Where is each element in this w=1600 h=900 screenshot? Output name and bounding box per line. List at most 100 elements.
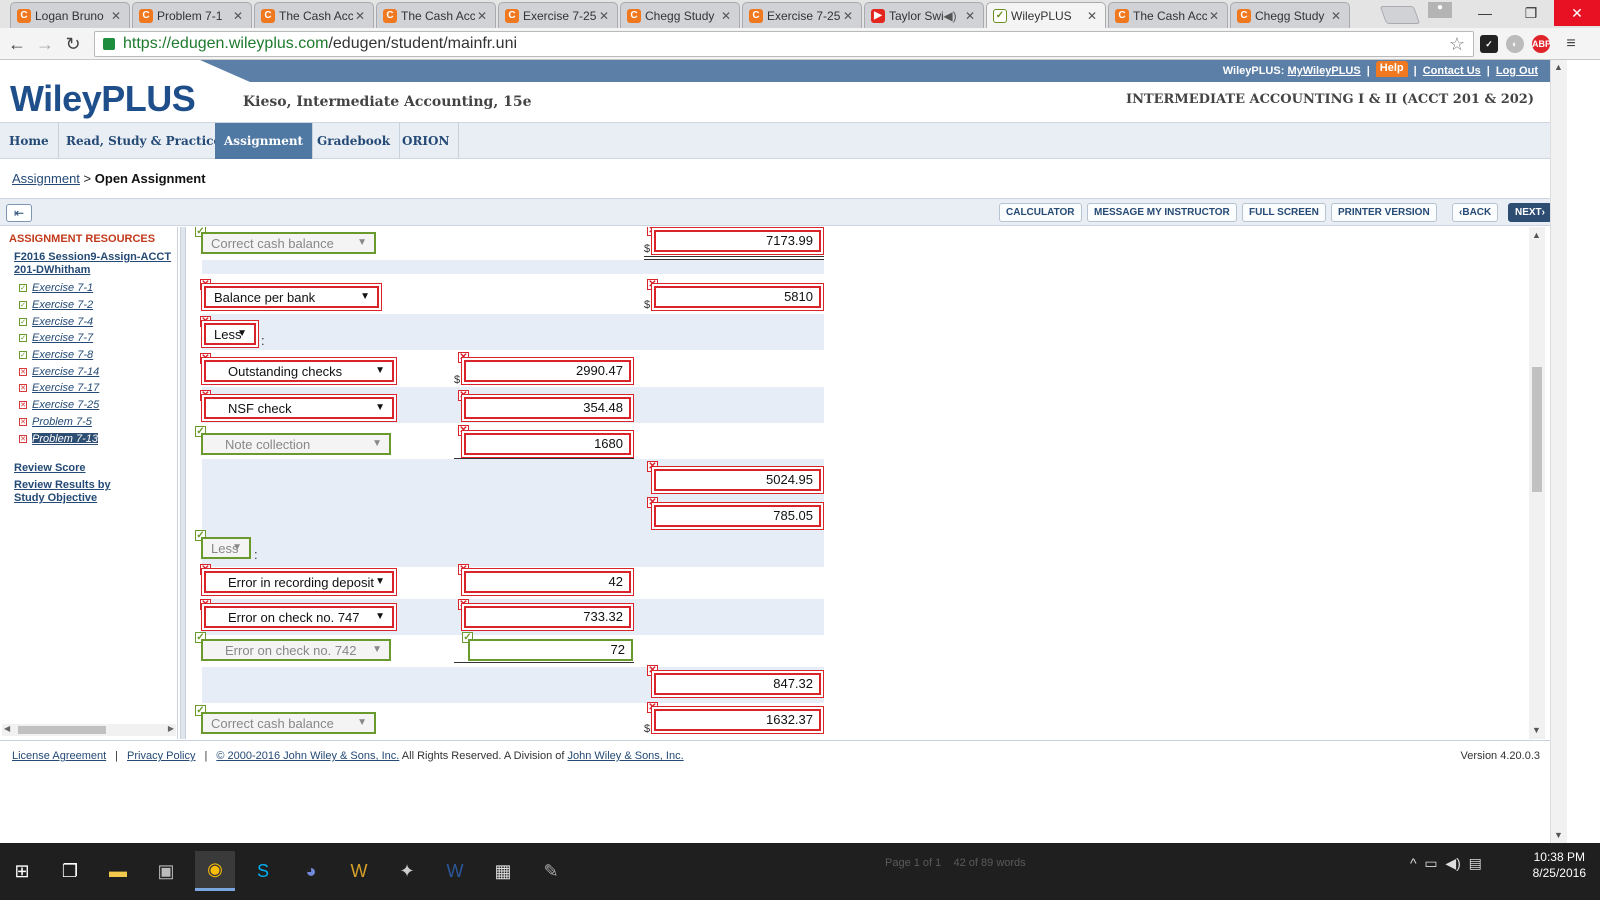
close-icon[interactable]: ✕ [353,9,367,23]
new-tab-button[interactable] [1379,6,1421,24]
tab-orion[interactable]: ORION [393,123,460,159]
printer-version-button[interactable]: PRINTER VERSION [1331,203,1437,222]
file-explorer-icon[interactable]: ▬ [98,851,138,891]
amount-input[interactable]: 5810 [654,286,821,308]
extension-circle-icon[interactable]: ◐ [1506,35,1524,53]
close-icon[interactable]: ✕ [719,9,733,23]
back-button[interactable]: ‹BACK [1452,203,1499,222]
row-label-select[interactable]: NSF check ▼ [204,397,394,419]
adblock-icon[interactable]: ABP [1532,35,1551,53]
restore-button[interactable]: ❐ [1508,0,1554,26]
menu-icon[interactable]: ≡ [1562,35,1580,53]
page-vertical-scrollbar[interactable]: ▲ ▼ [1550,60,1567,843]
row-label-select[interactable]: Correct cash balance ▼ [201,232,376,254]
browser-tab[interactable]: C The Cash Acc ✕ [254,2,374,28]
scroll-right-icon[interactable]: ▶ [168,724,174,733]
volume-icon[interactable]: ◀) [1445,855,1460,871]
row-label-select[interactable]: Correct cash balance ▼ [201,712,376,734]
computer-icon[interactable]: ▣ [146,851,186,891]
tab-read-study-practice[interactable]: Read, Study & Practice [57,123,232,159]
list-item[interactable]: ✕ Exercise 7-17 [19,380,99,397]
panel-splitter[interactable] [180,227,186,739]
mywileyplus-link[interactable]: MyWileyPLUS [1287,65,1360,77]
list-item[interactable]: ✕ Exercise 7-14 [19,363,99,380]
close-icon[interactable]: ✕ [841,9,855,23]
task-view-icon[interactable]: ❐ [50,851,90,891]
list-item[interactable]: ✓ Exercise 7-2 [19,297,99,314]
scroll-up-icon[interactable]: ▲ [1532,230,1541,240]
reload-icon[interactable]: ↻ [62,33,84,55]
warcraft-icon[interactable]: W [339,851,379,891]
row-label-select[interactable]: Error on check no. 742 ▼ [201,639,391,661]
close-icon[interactable]: ✕ [109,9,123,23]
address-bar[interactable]: https://edugen.wileyplus.com/edugen/stud… [94,31,1474,57]
browser-tab[interactable]: C The Cash Acc ✕ [376,2,496,28]
row-label-select[interactable]: Balance per bank ▼ [204,286,379,308]
scroll-down-icon[interactable]: ▼ [1532,725,1541,735]
browser-tab[interactable]: C Exercise 7-25 ✕ [498,2,618,28]
horizontal-scrollbar[interactable]: ◀ ▶ [2,724,176,736]
amount-input[interactable]: 1680 [464,433,631,455]
scroll-down-icon[interactable]: ▼ [1554,830,1563,840]
list-item[interactable]: ✓ Exercise 7-4 [19,313,99,330]
close-icon[interactable]: ✕ [1085,9,1099,23]
speaker-icon[interactable]: ◀) [943,9,957,23]
review-score-link[interactable]: Review Score [14,462,86,475]
amount-input[interactable]: 1632.37 [654,709,821,731]
notification-icon[interactable]: ▤ [1469,855,1482,871]
extension-check-icon[interactable]: ✓ [1480,35,1498,53]
minimize-button[interactable]: — [1462,0,1508,26]
game-icon[interactable]: ✦ [387,851,427,891]
breadcrumb-assignment-link[interactable]: Assignment [12,171,80,186]
close-icon[interactable]: ✕ [963,9,977,23]
wileyplus-logo[interactable]: WileyPLUS [10,78,196,120]
amount-input[interactable]: 733.32 [464,606,631,628]
full-screen-button[interactable]: FULL SCREEN [1242,203,1326,222]
log-out-link[interactable]: Log Out [1496,65,1538,77]
windows-start-icon[interactable]: ⊞ [2,851,42,891]
tab-gradebook[interactable]: Gradebook [308,123,401,159]
close-icon[interactable]: ✕ [231,9,245,23]
license-agreement-link[interactable]: License Agreement [12,750,106,762]
amount-input[interactable]: 847.32 [654,673,821,695]
scrollbar-thumb[interactable] [1532,367,1542,492]
forward-arrow-icon[interactable]: → [34,33,56,55]
contact-us-link[interactable]: Contact Us [1423,65,1481,77]
less-select[interactable]: Less ▼ [204,323,256,345]
browser-tab[interactable]: C Chegg Study ✕ [1230,2,1350,28]
skype-icon[interactable]: S [243,851,283,891]
vertical-scrollbar[interactable]: ▲ ▼ [1529,227,1545,739]
scrollbar-thumb[interactable] [18,726,106,734]
chrome-icon[interactable]: ◉ [195,851,235,891]
less-select[interactable]: Less ▼ [201,537,251,559]
amount-input[interactable]: 5024.95 [654,469,821,491]
scroll-left-icon[interactable]: ◀ [4,724,10,733]
word-icon[interactable]: W [435,851,475,891]
list-item-current[interactable]: ✕ Problem 7-13 [19,430,99,447]
calculator-button[interactable]: CALCULATOR [999,203,1082,222]
toggle-panel-icon[interactable]: ⇤ [6,204,32,222]
browser-tab[interactable]: C Exercise 7-25 ✕ [742,2,862,28]
close-icon[interactable]: ✕ [597,9,611,23]
privacy-policy-link[interactable]: Privacy Policy [127,750,195,762]
help-button[interactable]: Help [1375,61,1408,77]
list-item[interactable]: ✕ Exercise 7-25 [19,397,99,414]
paint-icon[interactable]: ✎ [531,851,571,891]
list-item[interactable]: ✓ Exercise 7-1 [19,280,99,297]
chevron-up-icon[interactable]: ^ [1410,855,1417,871]
browser-tab[interactable]: ▶ Taylor Swi ◀) ✕ [864,2,984,28]
close-icon[interactable]: ✕ [1329,9,1343,23]
amount-input[interactable]: 7173.99 [654,230,821,252]
list-item[interactable]: ✓ Exercise 7-7 [19,330,99,347]
browser-tab[interactable]: C The Cash Acc ✕ [1108,2,1228,28]
calculator-icon[interactable]: ▦ [483,851,523,891]
row-label-select[interactable]: Error on check no. 747 ▼ [204,606,394,628]
scroll-up-icon[interactable]: ▲ [1554,62,1563,72]
browser-tab-active[interactable]: ✓ WileyPLUS ✕ [986,2,1106,28]
browser-tab[interactable]: C Logan Bruno ✕ [10,2,130,28]
back-arrow-icon[interactable]: ← [6,33,28,55]
browser-tab[interactable]: C Chegg Study ✕ [620,2,740,28]
copyright-link[interactable]: © 2000-2016 John Wiley & Sons, Inc. [216,750,399,762]
close-icon[interactable]: ✕ [475,9,489,23]
window-close-button[interactable]: ✕ [1554,0,1600,26]
